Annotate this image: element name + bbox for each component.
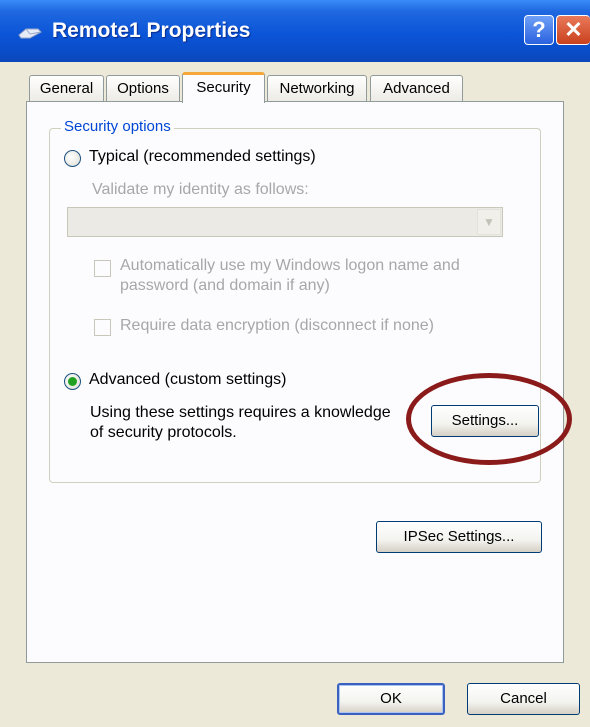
auto-logon-label-line1: Automatically use my Windows logon name … bbox=[120, 257, 460, 274]
chevron-down-icon[interactable]: ▼ bbox=[477, 209, 501, 235]
radio-selected-dot bbox=[68, 377, 77, 386]
close-button[interactable]: ✕ bbox=[556, 15, 590, 45]
close-icon: ✕ bbox=[564, 17, 583, 42]
validate-identity-label: Validate my identity as follows: bbox=[92, 181, 309, 198]
advanced-radio-label[interactable]: Advanced (custom settings) bbox=[89, 371, 286, 389]
ipsec-settings-button[interactable]: IPSec Settings... bbox=[376, 521, 542, 553]
ok-button[interactable]: OK bbox=[337, 683, 445, 715]
tab-options[interactable]: Options bbox=[106, 75, 180, 101]
typical-radio[interactable] bbox=[64, 150, 81, 167]
auto-logon-checkbox[interactable] bbox=[94, 260, 111, 277]
advanced-radio[interactable] bbox=[64, 373, 81, 390]
tab-networking[interactable]: Networking bbox=[267, 75, 367, 101]
auto-logon-label-line2: password (and domain if any) bbox=[120, 277, 330, 294]
require-encryption-label: Require data encryption (disconnect if n… bbox=[120, 317, 434, 334]
window-title: Remote1 Properties bbox=[52, 19, 251, 42]
cancel-button[interactable]: Cancel bbox=[467, 683, 580, 715]
security-options-label: Security options bbox=[61, 118, 174, 135]
require-encryption-checkbox[interactable] bbox=[94, 319, 111, 336]
network-connection-icon bbox=[18, 28, 42, 39]
help-button[interactable]: ? bbox=[524, 15, 554, 45]
title-bar[interactable]: Remote1 Properties ? ✕ bbox=[0, 0, 590, 62]
validate-identity-select[interactable]: ▼ bbox=[67, 207, 503, 237]
tab-advanced[interactable]: Advanced bbox=[370, 75, 463, 101]
properties-dialog: Remote1 Properties ? ✕ General Options S… bbox=[0, 0, 590, 727]
typical-radio-label[interactable]: Typical (recommended settings) bbox=[89, 148, 316, 166]
tab-general[interactable]: General bbox=[29, 75, 104, 101]
settings-button[interactable]: Settings... bbox=[431, 405, 539, 437]
tab-security[interactable]: Security bbox=[182, 72, 265, 103]
advanced-description-line1: Using these settings requires a knowledg… bbox=[90, 404, 391, 421]
question-icon: ? bbox=[532, 17, 546, 42]
advanced-description-line2: of security protocols. bbox=[90, 424, 237, 441]
